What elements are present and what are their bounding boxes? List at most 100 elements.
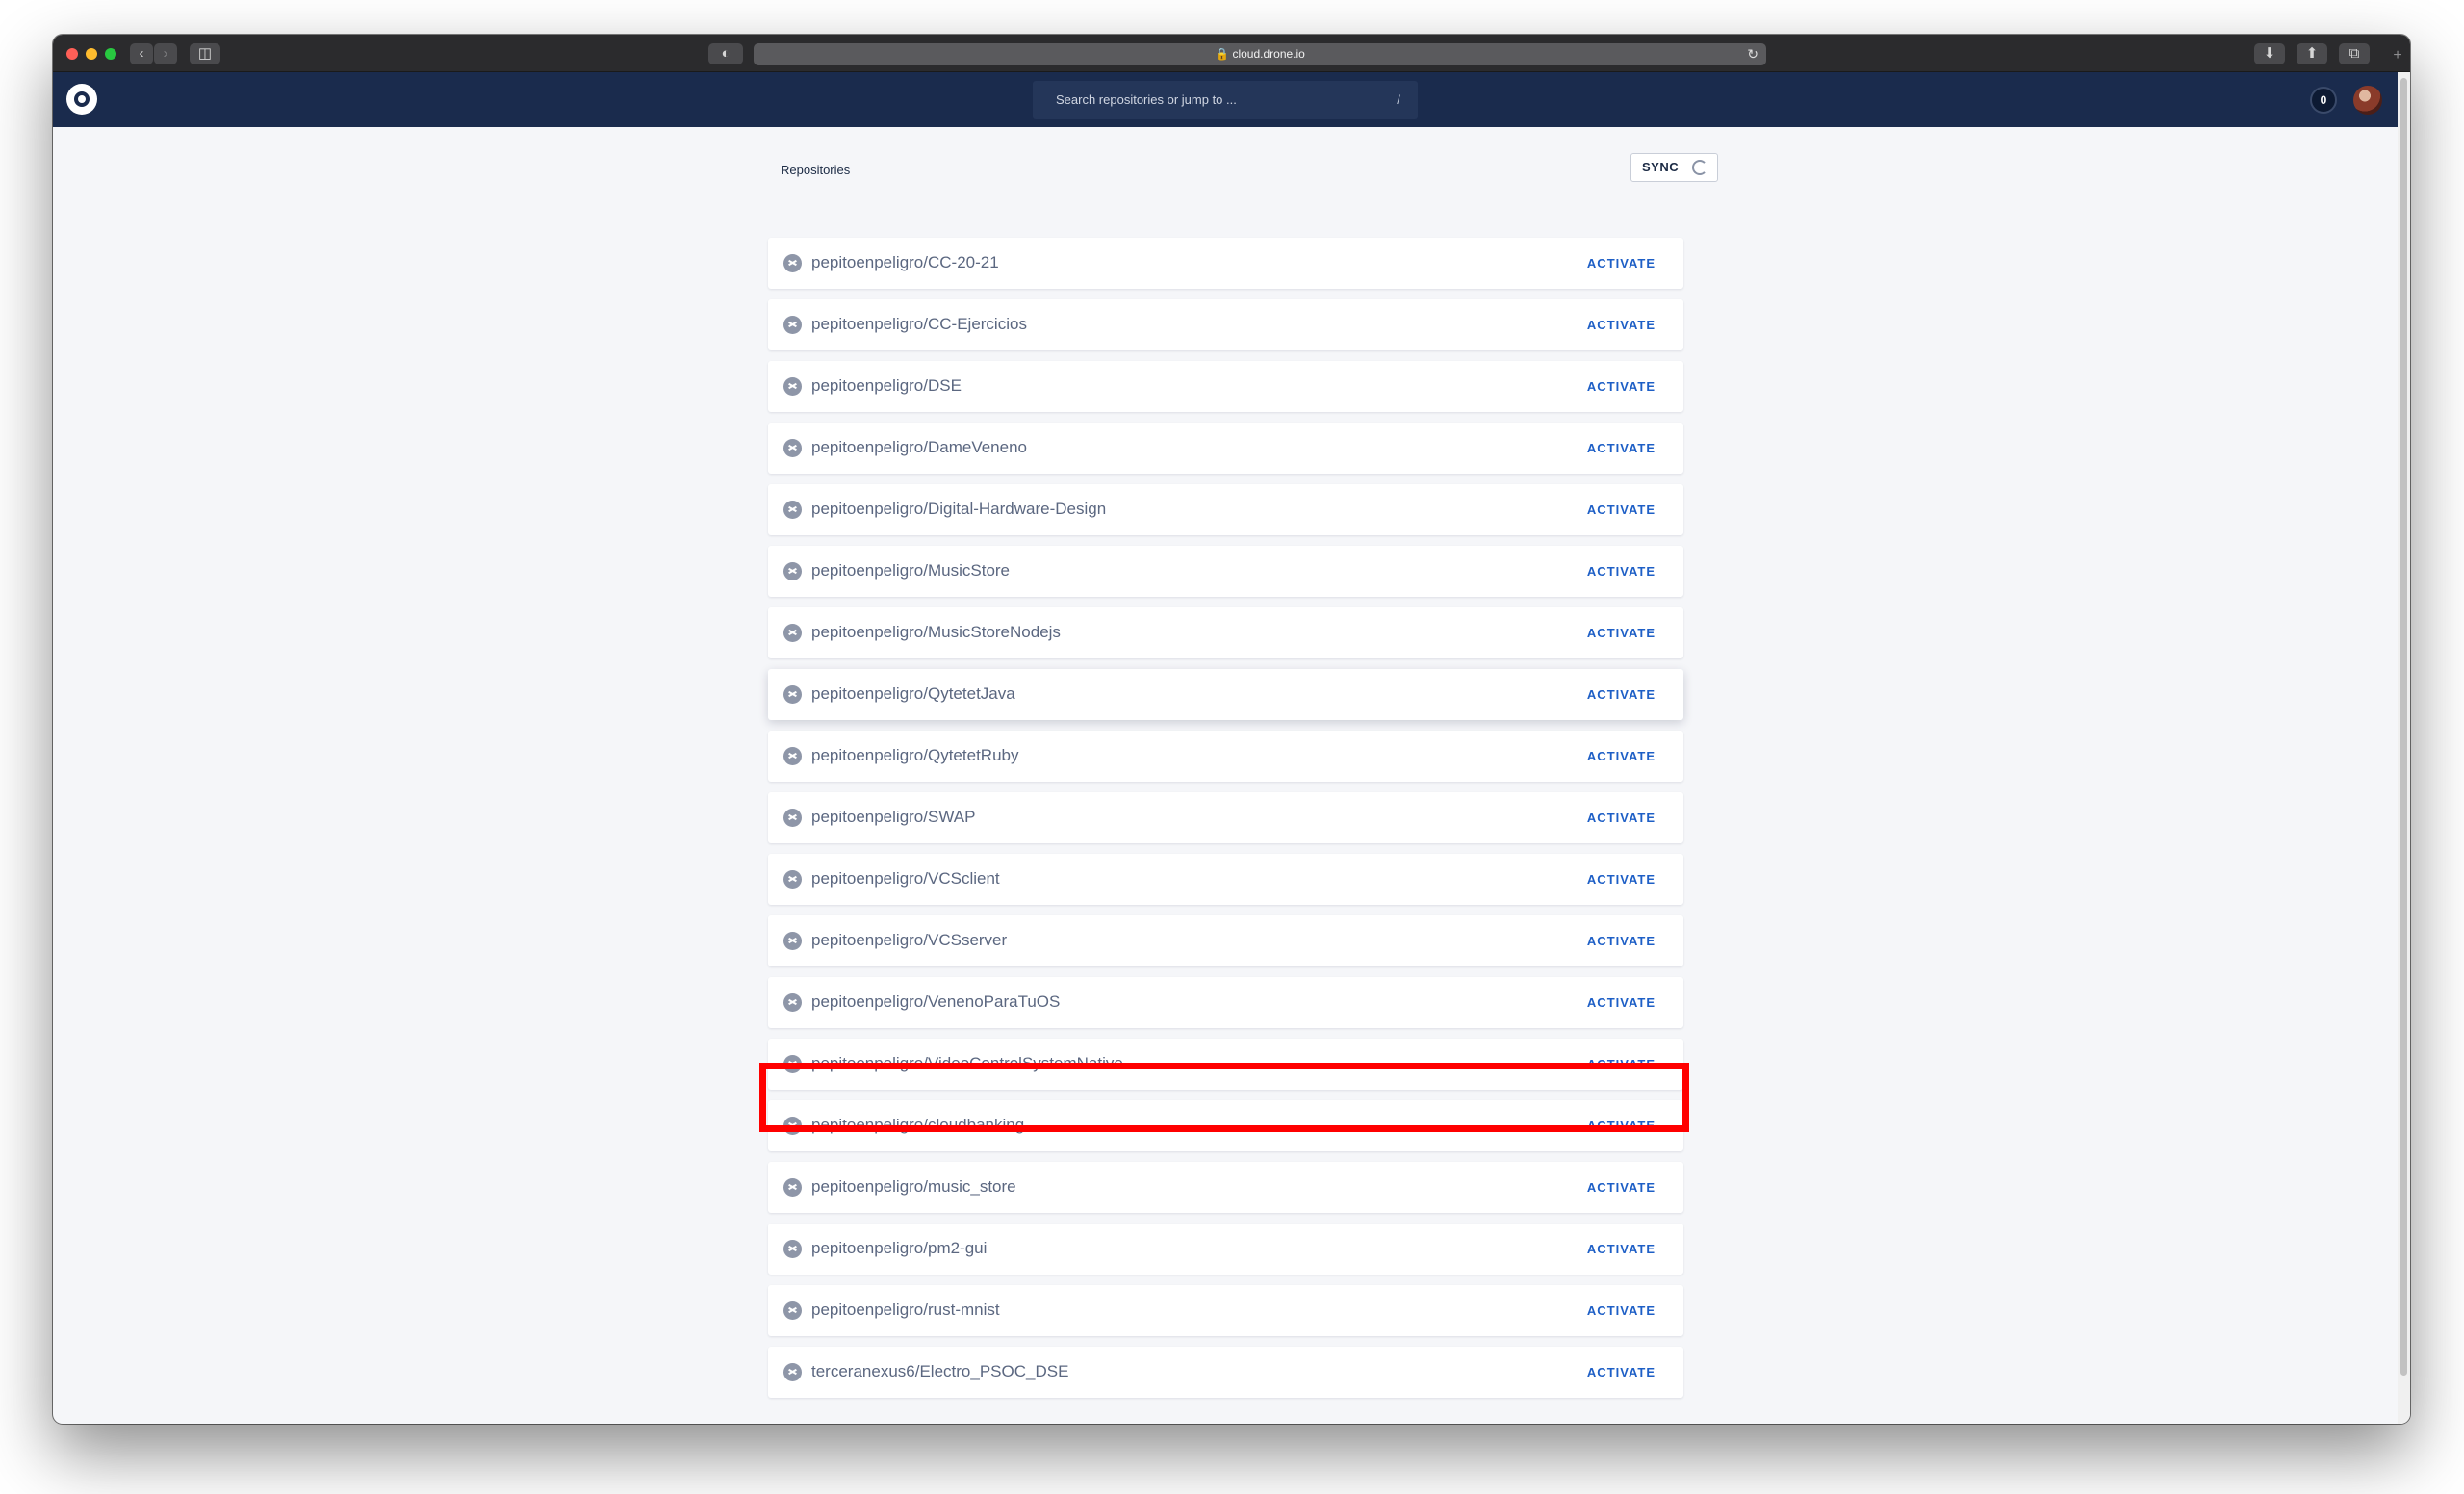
avatar[interactable]	[2353, 86, 2382, 115]
activate-button[interactable]: ACTIVATE	[1587, 669, 1656, 720]
activate-button[interactable]: ACTIVATE	[1587, 1347, 1656, 1398]
repo-row[interactable]: pepitoenpeligro/DameVeneno ACTIVATE	[768, 423, 1683, 474]
repo-row[interactable]: pepitoenpeligro/cloudbanking ACTIVATE	[768, 1100, 1683, 1151]
repo-name[interactable]: pepitoenpeligro/MusicStoreNodejs	[811, 607, 1061, 657]
activate-button[interactable]: ACTIVATE	[1587, 792, 1656, 843]
repo-name[interactable]: pepitoenpeligro/DameVeneno	[811, 423, 1027, 472]
repo-name[interactable]: pepitoenpeligro/CC-20-21	[811, 238, 999, 287]
repo-row[interactable]: pepitoenpeligro/MusicStoreNodejs ACTIVATE	[768, 607, 1683, 658]
share-icon[interactable]: ⬆	[2297, 43, 2327, 64]
repo-row[interactable]: pepitoenpeligro/QytetetRuby ACTIVATE	[768, 731, 1683, 782]
repo-share-icon	[783, 747, 802, 765]
repo-row[interactable]: pepitoenpeligro/VenenoParaTuOS ACTIVATE	[768, 977, 1683, 1028]
activate-button[interactable]: ACTIVATE	[1587, 546, 1656, 597]
repo-share-icon	[783, 685, 802, 704]
activate-button[interactable]: ACTIVATE	[1587, 977, 1656, 1028]
repo-row[interactable]: pepitoenpeligro/QytetetJava ACTIVATE	[768, 669, 1683, 720]
zoom-window-button[interactable]	[105, 48, 116, 60]
activate-button[interactable]: ACTIVATE	[1587, 1224, 1656, 1275]
repo-share-icon	[783, 932, 802, 950]
repo-row[interactable]: pepitoenpeligro/pm2-gui ACTIVATE	[768, 1224, 1683, 1275]
page-title: Repositories	[781, 163, 851, 177]
reload-icon[interactable]: ↻	[1747, 43, 1758, 65]
activate-button[interactable]: ACTIVATE	[1587, 1039, 1656, 1090]
repo-name[interactable]: pepitoenpeligro/VideoControlSystemNative	[811, 1039, 1123, 1088]
repo-row[interactable]: pepitoenpeligro/CC-20-21 ACTIVATE	[768, 238, 1683, 289]
repo-name[interactable]: pepitoenpeligro/pm2-gui	[811, 1224, 987, 1273]
repo-row[interactable]: pepitoenpeligro/CC-Ejercicios ACTIVATE	[768, 299, 1683, 350]
repo-name[interactable]: pepitoenpeligro/VCSclient	[811, 854, 1000, 903]
chevron-left-icon[interactable]: ‹	[130, 43, 153, 64]
repo-share-icon	[783, 562, 802, 580]
repo-row[interactable]: pepitoenpeligro/Digital-Hardware-Design A…	[768, 484, 1683, 535]
repo-row[interactable]: pepitoenpeligro/VCSclient ACTIVATE	[768, 854, 1683, 905]
repo-name[interactable]: pepitoenpeligro/CC-Ejercicios	[811, 299, 1027, 348]
shield-icon[interactable]: ◐	[708, 43, 743, 64]
repo-row[interactable]: pepitoenpeligro/SWAP ACTIVATE	[768, 792, 1683, 843]
activate-button[interactable]: ACTIVATE	[1587, 1100, 1656, 1151]
repo-share-icon	[783, 377, 802, 396]
search-shortcut-hint: /	[1397, 92, 1400, 107]
repo-name[interactable]: pepitoenpeligro/VenenoParaTuOS	[811, 977, 1060, 1026]
repo-name[interactable]: pepitoenpeligro/SWAP	[811, 792, 975, 841]
repo-share-icon	[783, 993, 802, 1012]
repo-row[interactable]: terceranexus6/Electro_PSOC_DSE ACTIVATE	[768, 1347, 1683, 1398]
activate-button[interactable]: ACTIVATE	[1587, 361, 1656, 412]
repo-name[interactable]: pepitoenpeligro/music_store	[811, 1162, 1016, 1211]
app-header: Search repositories or jump to ... / 0	[53, 72, 2398, 127]
repo-row[interactable]: pepitoenpeligro/VideoControlSystemNative…	[768, 1039, 1683, 1090]
scrollbar[interactable]	[2398, 72, 2410, 1424]
repo-share-icon	[783, 439, 802, 457]
activate-button[interactable]: ACTIVATE	[1587, 1285, 1656, 1336]
minimize-window-button[interactable]	[86, 48, 97, 60]
plus-icon[interactable]: +	[2389, 47, 2406, 64]
repo-row[interactable]: pepitoenpeligro/rust-mnist ACTIVATE	[768, 1285, 1683, 1336]
repo-name[interactable]: pepitoenpeligro/QytetetJava	[811, 669, 1015, 718]
repo-name[interactable]: pepitoenpeligro/QytetetRuby	[811, 731, 1018, 780]
activate-button[interactable]: ACTIVATE	[1587, 423, 1656, 474]
notification-counter[interactable]: 0	[2310, 87, 2337, 114]
drone-logo-icon[interactable]	[66, 84, 97, 115]
chevron-right-icon[interactable]: ›	[154, 43, 177, 64]
repo-row[interactable]: pepitoenpeligro/MusicStore ACTIVATE	[768, 546, 1683, 597]
repo-share-icon	[783, 1363, 802, 1381]
activate-button[interactable]: ACTIVATE	[1587, 299, 1656, 350]
repo-share-icon	[783, 1240, 802, 1258]
sync-label: SYNC	[1642, 160, 1680, 174]
activate-button[interactable]: ACTIVATE	[1587, 731, 1656, 782]
activate-button[interactable]: ACTIVATE	[1587, 238, 1656, 289]
repo-share-icon	[783, 501, 802, 519]
repo-share-icon	[783, 316, 802, 334]
repo-share-icon	[783, 1301, 802, 1320]
repo-name[interactable]: terceranexus6/Electro_PSOC_DSE	[811, 1347, 1068, 1396]
repo-name[interactable]: pepitoenpeligro/VCSserver	[811, 915, 1007, 965]
repo-row[interactable]: pepitoenpeligro/music_store ACTIVATE	[768, 1162, 1683, 1213]
repo-name[interactable]: pepitoenpeligro/DSE	[811, 361, 962, 410]
lock-icon: 🔒	[1215, 47, 1230, 61]
close-window-button[interactable]	[66, 48, 78, 60]
repo-row[interactable]: pepitoenpeligro/VCSserver ACTIVATE	[768, 915, 1683, 966]
browser-toolbar: ‹ › ◫ ◐ 🔒 cloud.drone.io ↻ ⬇ ⬆ ⧉ +	[53, 35, 2410, 72]
sidebar-icon[interactable]: ◫	[190, 43, 220, 64]
download-icon[interactable]: ⬇	[2254, 43, 2285, 64]
scrollbar-thumb[interactable]	[2400, 78, 2407, 1376]
sync-button[interactable]: SYNC	[1630, 153, 1718, 182]
browser-window: ‹ › ◫ ◐ 🔒 cloud.drone.io ↻ ⬇ ⬆ ⧉ + Searc…	[53, 35, 2410, 1424]
tabs-icon[interactable]: ⧉	[2339, 43, 2370, 64]
repo-row[interactable]: pepitoenpeligro/DSE ACTIVATE	[768, 361, 1683, 412]
activate-button[interactable]: ACTIVATE	[1587, 854, 1656, 905]
activate-button[interactable]: ACTIVATE	[1587, 484, 1656, 535]
search-input[interactable]: Search repositories or jump to ... /	[1033, 81, 1418, 119]
repo-share-icon	[783, 870, 802, 889]
repo-name[interactable]: pepitoenpeligro/MusicStore	[811, 546, 1010, 595]
repo-name[interactable]: pepitoenpeligro/rust-mnist	[811, 1285, 1000, 1334]
activate-button[interactable]: ACTIVATE	[1587, 1162, 1656, 1213]
address-bar[interactable]: 🔒 cloud.drone.io ↻	[754, 43, 1766, 65]
search-placeholder: Search repositories or jump to ...	[1056, 92, 1237, 107]
repo-share-icon	[783, 254, 802, 272]
repo-name[interactable]: pepitoenpeligro/Digital-Hardware-Design	[811, 484, 1106, 533]
repo-share-icon	[783, 624, 802, 642]
activate-button[interactable]: ACTIVATE	[1587, 607, 1656, 658]
repo-name[interactable]: pepitoenpeligro/cloudbanking	[811, 1100, 1024, 1149]
activate-button[interactable]: ACTIVATE	[1587, 915, 1656, 966]
